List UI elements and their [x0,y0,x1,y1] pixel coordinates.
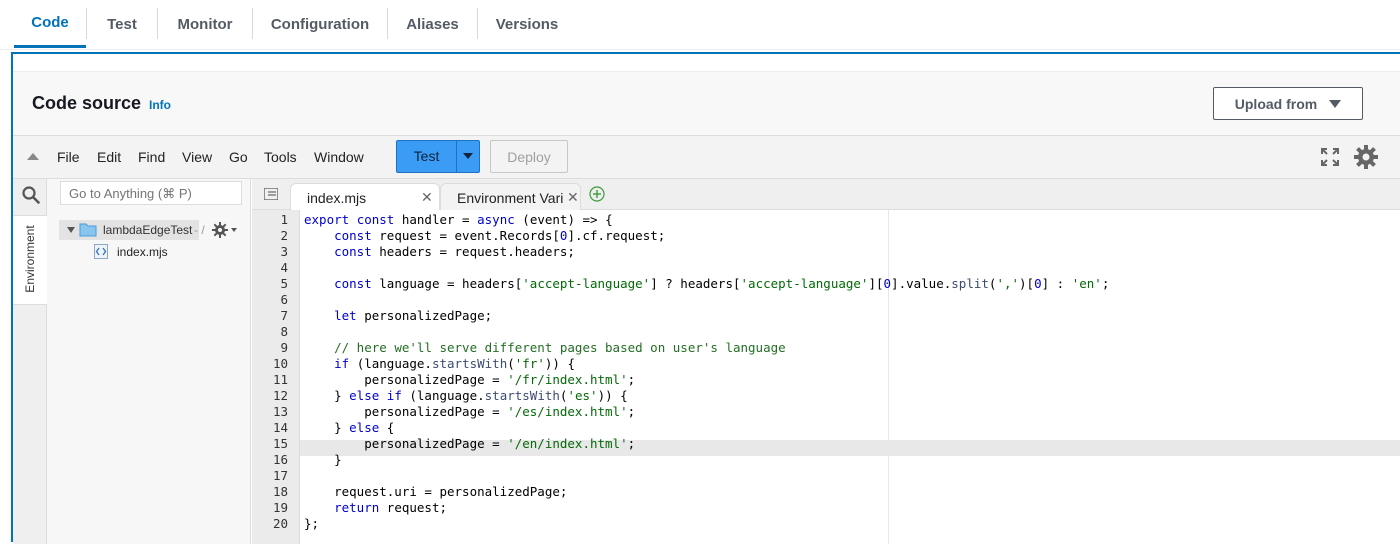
go-to-anything-input[interactable] [60,181,242,205]
upload-from-label: Upload from [1234,95,1318,112]
deploy-button[interactable]: Deploy [490,140,568,173]
line-number: 8 [280,324,288,339]
folder-icon [79,223,97,237]
collapse-arrow-icon[interactable] [27,153,39,160]
tab-aliases[interactable]: Aliases [388,0,477,48]
tab-configuration[interactable]: Configuration [253,0,387,48]
test-dropdown-icon[interactable] [463,153,473,159]
code-line: const request = event.Records[0].cf.requ… [334,228,666,243]
code-line: } else if (language.startsWith('es')) { [304,388,628,403]
tab-versions[interactable]: Versions [478,0,576,48]
code-line: personalizedPage = '/en/index.html'; [304,436,636,451]
ide-menu-bar: File Edit Find View Go Tools Window Test… [13,135,1400,179]
environment-tab[interactable]: Environment [13,215,47,305]
line-number: 20 [272,516,288,531]
tab-monitor[interactable]: Monitor [158,0,252,48]
line-number: 10 [272,356,288,371]
function-tabs: Code Test Monitor Configuration Aliases … [0,0,1400,50]
tree-folder-row[interactable]: lambdaEdgeTest [59,220,199,240]
tab-code[interactable]: Code [14,0,86,48]
tab-test[interactable]: Test [87,0,157,48]
environment-sidebar: Environment lambdaEdgeTest - / [13,179,251,544]
code-source-header: Code source Info Upload from [13,71,1400,135]
line-number: 18 [272,484,288,499]
code-line: if (language.startsWith('fr')) { [334,356,575,371]
caret-down-icon [1329,99,1342,108]
folder-path-suffix: - / [194,223,205,237]
test-button[interactable]: Test [396,140,480,173]
folder-settings-icon[interactable] [212,222,228,238]
line-number: 5 [280,276,288,291]
editor-tab-label: index.mjs [307,190,367,206]
line-number: 14 [272,420,288,435]
code-line: return request; [334,500,447,515]
line-number: 4 [280,260,288,275]
code-line: request.uri = personalizedPage; [304,484,568,499]
folder-name: lambdaEdgeTest [103,223,193,237]
menu-go[interactable]: Go [229,149,248,165]
line-number: 3 [280,244,288,259]
code-line: personalizedPage = '/es/index.html'; [304,404,636,419]
code-line: const headers = request.headers; [334,244,575,259]
menu-find[interactable]: Find [138,149,165,165]
code-line: // here we'll serve different pages base… [334,340,786,355]
code-line: personalizedPage = '/fr/index.html'; [304,372,636,387]
code-line: }; [304,516,320,531]
editor-tab-index[interactable]: index.mjs ✕ [290,183,440,211]
line-number: 2 [280,228,288,243]
print-margin [888,210,889,544]
line-number: 11 [272,372,288,387]
fullscreen-icon[interactable] [1320,147,1340,167]
code-source-panel: Code source Info Upload from File Edit F… [11,52,1400,544]
tab-list-icon[interactable] [264,188,278,200]
line-number: 13 [272,404,288,419]
gear-icon[interactable] [1353,144,1379,170]
close-icon[interactable]: ✕ [421,189,433,206]
menu-file[interactable]: File [57,149,80,165]
code-editor[interactable]: 1 2 3 4 5 6 7 8 9 10 11 12 13 14 15 16 1… [252,210,1400,544]
code-line: let personalizedPage; [334,308,493,323]
line-number: 12 [272,388,288,403]
menu-view[interactable]: View [182,149,212,165]
search-icon[interactable] [22,186,40,204]
line-number: 16 [272,452,288,467]
upload-from-button[interactable]: Upload from [1213,87,1363,120]
folder-settings-caret-icon[interactable] [231,228,237,232]
environment-tab-label: Environment [23,225,37,293]
line-number: 17 [272,468,288,483]
test-button-divider [456,141,457,172]
code-line: } else { [304,420,395,435]
file-tree-item[interactable]: index.mjs [117,245,168,259]
menu-window[interactable]: Window [314,149,364,165]
menu-tools[interactable]: Tools [264,149,297,165]
line-number: 6 [280,292,288,307]
line-number: 19 [272,500,288,515]
info-link[interactable]: Info [149,98,171,112]
expand-caret-icon[interactable] [67,227,75,233]
line-number: 15 [272,436,288,451]
test-button-label: Test [413,148,440,164]
editor-tab-bar: index.mjs ✕ Environment Vari ✕ [252,179,1400,211]
js-file-icon [94,244,108,259]
line-number: 1 [280,212,288,227]
sidebar-strip: Environment [13,179,47,544]
page-title: Code source [32,93,142,113]
add-tab-icon[interactable] [589,186,605,202]
menu-edit[interactable]: Edit [97,149,121,165]
editor-tab-environment[interactable]: Environment Vari ✕ [440,183,581,210]
line-number: 7 [280,308,288,323]
editor-tab-label: Environment Vari [457,190,564,206]
code-line: export const handler = async (event) => … [304,212,613,227]
line-number: 9 [280,340,288,355]
code-line: } [304,452,342,467]
close-icon[interactable]: ✕ [567,189,579,206]
code-line: const language = headers['accept-languag… [334,276,1110,291]
